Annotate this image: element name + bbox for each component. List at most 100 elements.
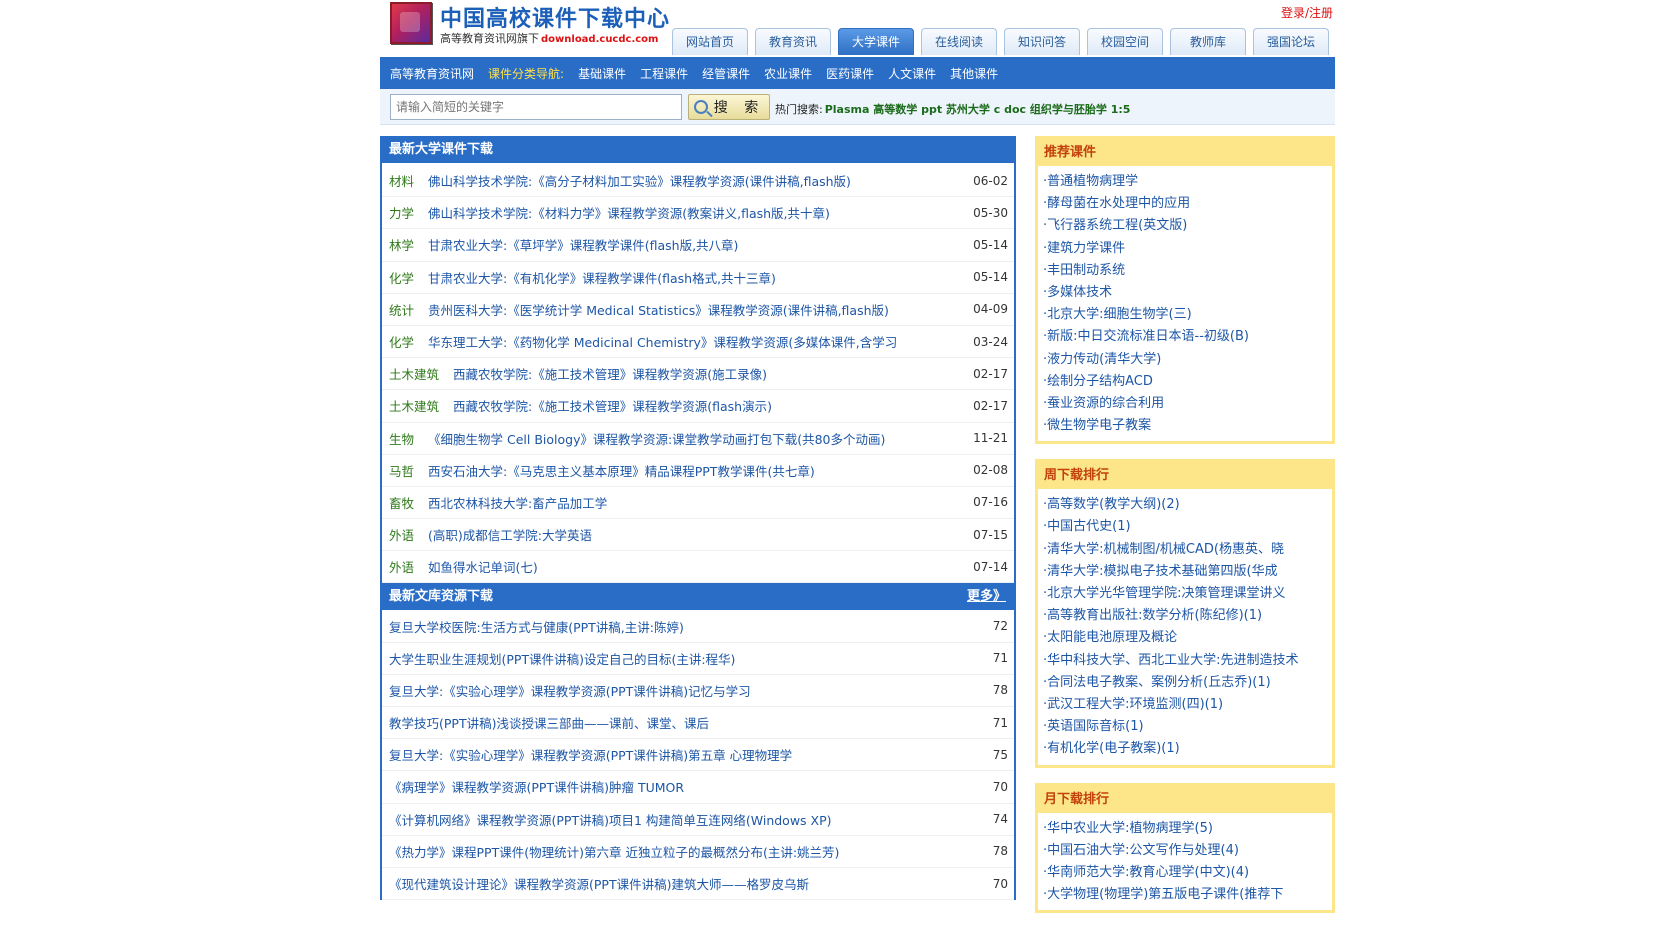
- login-register-link[interactable]: 登录/注册: [1281, 4, 1333, 21]
- course-category[interactable]: 化学: [389, 332, 414, 351]
- nav-item-engineering[interactable]: 工程课件: [640, 65, 688, 82]
- course-row[interactable]: 畜牧 西北农林科技大学:畜产品加工学 07-16: [382, 487, 1014, 520]
- course-category[interactable]: 土木建筑: [389, 396, 439, 415]
- course-category[interactable]: 化学: [389, 268, 414, 287]
- recommended-item[interactable]: ·建筑力学课件: [1043, 238, 1328, 260]
- course-row[interactable]: 外语 (高职)成都信工学院:大学英语 07-15: [382, 519, 1014, 552]
- doc-title[interactable]: 复旦大学校医院:生活方式与健康(PPT讲稿,主讲:陈婷): [389, 617, 949, 636]
- search-button[interactable]: 搜 索: [688, 94, 770, 120]
- nav-item-basic[interactable]: 基础课件: [578, 65, 626, 82]
- search-input[interactable]: [390, 94, 682, 120]
- site-domain[interactable]: download.cucdc.com: [541, 34, 658, 45]
- doc-row[interactable]: 复旦大学:《实验心理学》课程教学资源(PPT课件讲稿)第五章 心理物理学 75: [382, 739, 1014, 772]
- recommended-item[interactable]: ·多媒体技术: [1043, 282, 1328, 304]
- weekly-ranking-item[interactable]: ·英语国际音标(1): [1043, 716, 1328, 738]
- doc-title[interactable]: 《现代建筑设计理论》课程教学资源(PPT课件讲稿)建筑大师——格罗皮乌斯: [389, 874, 949, 893]
- tab-forum[interactable]: 强国论坛: [1253, 28, 1329, 55]
- weekly-ranking-item[interactable]: ·清华大学:模拟电子技术基础第四版(华成: [1043, 561, 1328, 583]
- nav-home-link[interactable]: 高等教育资讯网: [390, 65, 474, 82]
- doc-title[interactable]: 复旦大学:《实验心理学》课程教学资源(PPT课件讲稿)记忆与学习: [389, 681, 949, 700]
- tab-university-courseware[interactable]: 大学课件: [838, 28, 914, 55]
- weekly-ranking-item[interactable]: ·北京大学光华管理学院:决策管理课堂讲义: [1043, 583, 1328, 605]
- recommended-item[interactable]: ·液力传动(清华大学): [1043, 349, 1328, 371]
- course-title[interactable]: 甘肃农业大学:《草坪学》课程教学课件(flash版,共八章): [428, 235, 988, 254]
- more-docs-link[interactable]: 更多》: [967, 583, 1006, 610]
- course-category[interactable]: 林学: [389, 235, 414, 254]
- course-title[interactable]: 华东理工大学:《药物化学 Medicinal Chemistry》课程教学资源(…: [428, 332, 988, 351]
- site-logo[interactable]: [390, 2, 432, 44]
- tab-knowledge-qa[interactable]: 知识问答: [1004, 28, 1080, 55]
- course-title[interactable]: 贵州医科大学:《医学统计学 Medical Statistics》课程教学资源(…: [428, 300, 988, 319]
- nav-item-agriculture[interactable]: 农业课件: [764, 65, 812, 82]
- doc-title[interactable]: 《计算机网络》课程教学资源(PPT讲稿)项目1 构建简单互连网络(Windows…: [389, 810, 949, 829]
- weekly-ranking-item[interactable]: ·高等教育出版社:数学分析(陈纪修)(1): [1043, 605, 1328, 627]
- course-category[interactable]: 外语: [389, 557, 414, 576]
- recommended-item[interactable]: ·飞行器系统工程(英文版): [1043, 215, 1328, 237]
- recommended-item[interactable]: ·新版:中日交流标准日本语--初级(B): [1043, 326, 1328, 348]
- course-row[interactable]: 材料 佛山科学技术学院:《高分子材料加工实验》课程教学资源(课件讲稿,flash版…: [382, 165, 1014, 198]
- course-category[interactable]: 外语: [389, 525, 414, 544]
- course-row[interactable]: 林学 甘肃农业大学:《草坪学》课程教学课件(flash版,共八章) 05-14: [382, 229, 1014, 262]
- tab-home[interactable]: 网站首页: [672, 28, 748, 55]
- doc-row[interactable]: 大学生职业生涯规划(PPT课件讲稿)设定自己的目标(主讲:程华) 71: [382, 643, 1014, 675]
- monthly-ranking-item[interactable]: ·中国石油大学:公文写作与处理(4): [1043, 840, 1328, 862]
- recommended-item[interactable]: ·普通植物病理学: [1043, 171, 1328, 193]
- recommended-item[interactable]: ·绘制分子结构ACD: [1043, 371, 1328, 393]
- doc-row[interactable]: 教学技巧(PPT讲稿)浅谈授课三部曲——课前、课堂、课后 71: [382, 707, 1014, 740]
- recommended-item[interactable]: ·蚕业资源的综合利用: [1043, 393, 1328, 415]
- tab-education-news[interactable]: 教育资讯: [755, 28, 831, 55]
- doc-title[interactable]: 教学技巧(PPT讲稿)浅谈授课三部曲——课前、课堂、课后: [389, 713, 949, 732]
- site-title[interactable]: 中国高校课件下载中心: [440, 1, 670, 33]
- tab-campus-space[interactable]: 校园空间: [1087, 28, 1163, 55]
- recommended-item[interactable]: ·微生物学电子教案: [1043, 415, 1328, 437]
- doc-row[interactable]: 《现代建筑设计理论》课程教学资源(PPT课件讲稿)建筑大师——格罗皮乌斯 70: [382, 868, 1014, 901]
- course-title[interactable]: 西北农林科技大学:畜产品加工学: [428, 493, 988, 512]
- course-title[interactable]: (高职)成都信工学院:大学英语: [428, 525, 988, 544]
- course-title[interactable]: 西藏农牧学院:《施工技术管理》课程教学资源(施工录像): [453, 364, 1013, 383]
- course-title[interactable]: 西藏农牧学院:《施工技术管理》课程教学资源(flash演示): [453, 396, 1013, 415]
- course-title[interactable]: 甘肃农业大学:《有机化学》课程教学课件(flash格式,共十三章): [428, 268, 988, 287]
- hot-search-terms[interactable]: Plasma 高等数学 ppt 苏州大学 c doc 组织学与胚胎学 1:5: [825, 103, 1131, 116]
- weekly-ranking-item[interactable]: ·高等数学(教学大纲)(2): [1043, 494, 1328, 516]
- nav-item-other[interactable]: 其他课件: [950, 65, 998, 82]
- course-title[interactable]: 如鱼得水记单词(七): [428, 557, 988, 576]
- doc-title[interactable]: 《热力学》课程PPT课件(物理统计)第六章 近独立粒子的最概然分布(主讲:姚兰芳…: [389, 842, 949, 861]
- course-category[interactable]: 统计: [389, 300, 414, 319]
- weekly-ranking-item[interactable]: ·清华大学:机械制图/机械CAD(杨惠英、晓: [1043, 539, 1328, 561]
- course-category[interactable]: 土木建筑: [389, 364, 439, 383]
- doc-row[interactable]: 《计算机网络》课程教学资源(PPT讲稿)项目1 构建简单互连网络(Windows…: [382, 804, 1014, 836]
- course-title[interactable]: 佛山科学技术学院:《高分子材料加工实验》课程教学资源(课件讲稿,flash版): [428, 171, 988, 190]
- course-row[interactable]: 土木建筑 西藏农牧学院:《施工技术管理》课程教学资源(flash演示) 02-17: [382, 390, 1014, 423]
- course-row[interactable]: 土木建筑 西藏农牧学院:《施工技术管理》课程教学资源(施工录像) 02-17: [382, 358, 1014, 391]
- monthly-ranking-item[interactable]: ·大学物理(物理学)第五版电子课件(推荐下: [1043, 884, 1328, 906]
- weekly-ranking-item[interactable]: ·华中科技大学、西北工业大学:先进制造技术: [1043, 650, 1328, 672]
- course-category[interactable]: 马哲: [389, 461, 414, 480]
- weekly-ranking-item[interactable]: ·合同法电子教案、案例分析(丘志乔)(1): [1043, 672, 1328, 694]
- course-category[interactable]: 畜牧: [389, 493, 414, 512]
- course-category[interactable]: 力学: [389, 203, 414, 222]
- weekly-ranking-item[interactable]: ·有机化学(电子教案)(1): [1043, 738, 1328, 760]
- recommended-item[interactable]: ·酵母菌在水处理中的应用: [1043, 193, 1328, 215]
- doc-row[interactable]: 《病理学》课程教学资源(PPT课件讲稿)肿瘤 TUMOR 70: [382, 771, 1014, 804]
- doc-title[interactable]: 《病理学》课程教学资源(PPT课件讲稿)肿瘤 TUMOR: [389, 777, 949, 796]
- course-category[interactable]: 生物: [389, 429, 414, 448]
- monthly-ranking-item[interactable]: ·华南师范大学:教育心理学(中文)(4): [1043, 862, 1328, 884]
- weekly-ranking-item[interactable]: ·中国古代史(1): [1043, 516, 1328, 538]
- tab-online-reading[interactable]: 在线阅读: [921, 28, 997, 55]
- course-title[interactable]: 西安石油大学:《马克思主义基本原理》精品课程PPT教学课件(共七章): [428, 461, 988, 480]
- course-title[interactable]: 《细胞生物学 Cell Biology》课程教学资源:课堂教学动画打包下载(共8…: [428, 429, 988, 448]
- weekly-ranking-item[interactable]: ·太阳能电池原理及概论: [1043, 627, 1328, 649]
- nav-item-medicine[interactable]: 医药课件: [826, 65, 874, 82]
- monthly-ranking-item[interactable]: ·华中农业大学:植物病理学(5): [1043, 818, 1328, 840]
- weekly-ranking-item[interactable]: ·武汉工程大学:环境监测(四)(1): [1043, 694, 1328, 716]
- course-row[interactable]: 马哲 西安石油大学:《马克思主义基本原理》精品课程PPT教学课件(共七章) 02-0…: [382, 455, 1014, 487]
- nav-item-economics[interactable]: 经管课件: [702, 65, 750, 82]
- doc-title[interactable]: 大学生职业生涯规划(PPT课件讲稿)设定自己的目标(主讲:程华): [389, 649, 949, 668]
- course-row[interactable]: 化学 甘肃农业大学:《有机化学》课程教学课件(flash格式,共十三章) 05-14: [382, 262, 1014, 294]
- doc-row[interactable]: 《热力学》课程PPT课件(物理统计)第六章 近独立粒子的最概然分布(主讲:姚兰芳…: [382, 836, 1014, 868]
- course-row[interactable]: 力学 佛山科学技术学院:《材料力学》课程教学资源(教案讲义,flash版,共十章)…: [382, 197, 1014, 230]
- doc-row[interactable]: 复旦大学校医院:生活方式与健康(PPT讲稿,主讲:陈婷) 72: [382, 610, 1014, 643]
- course-row[interactable]: 化学 华东理工大学:《药物化学 Medicinal Chemistry》课程教学资…: [382, 326, 1014, 359]
- course-row[interactable]: 统计 贵州医科大学:《医学统计学 Medical Statistics》课程教学资…: [382, 294, 1014, 326]
- tab-teacher-library[interactable]: 教师库: [1170, 28, 1246, 55]
